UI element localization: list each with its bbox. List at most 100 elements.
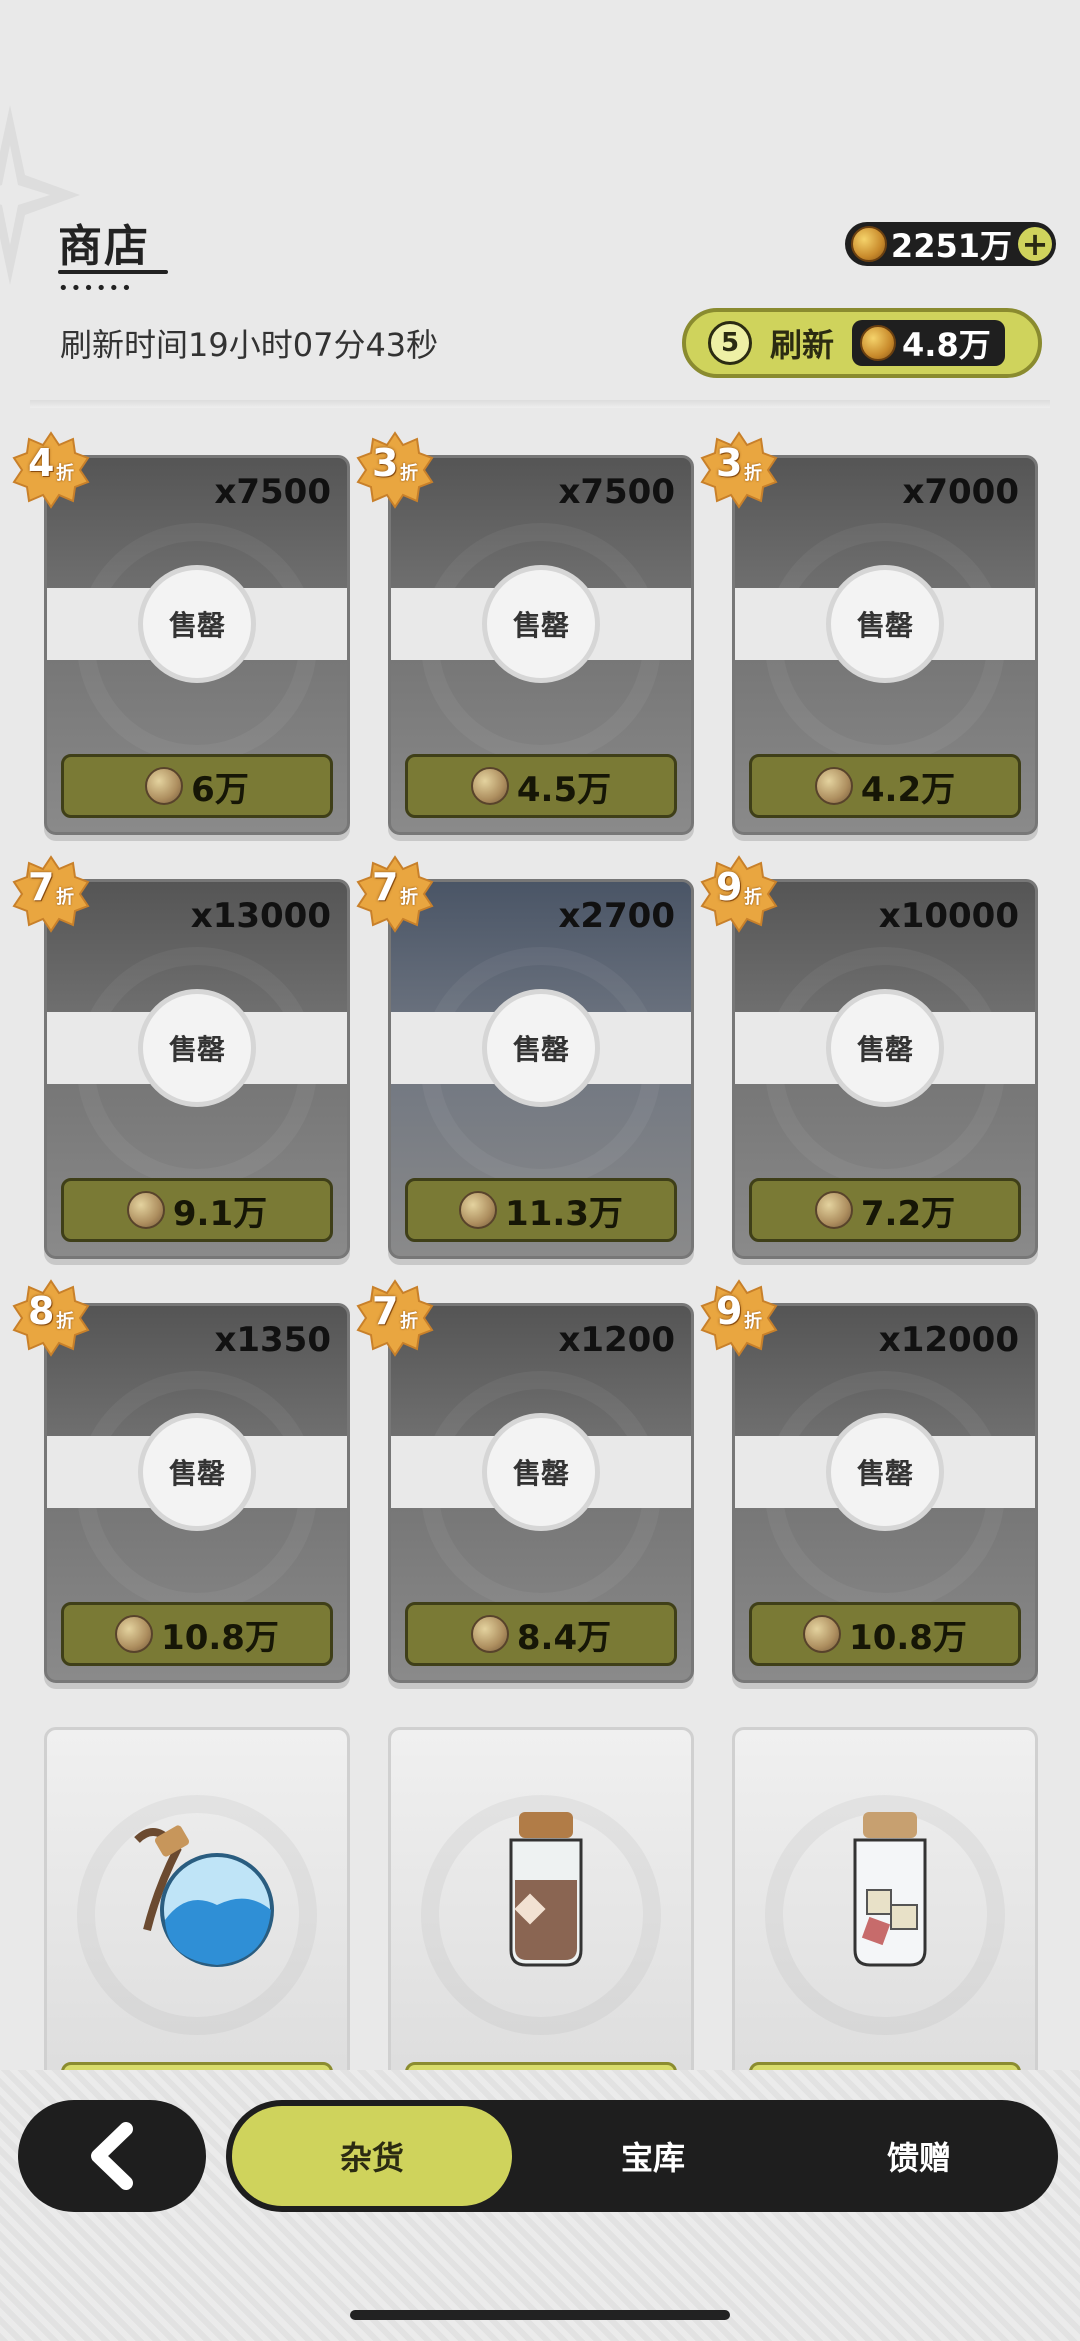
page-title: 商店: [58, 221, 150, 272]
discount-badge: 4折: [12, 431, 90, 509]
tab-groceries[interactable]: 杂货: [232, 2106, 512, 2206]
discount-unit: 折: [744, 1311, 762, 1332]
coin-icon: [145, 767, 184, 805]
discount-badge: 7折: [356, 1279, 434, 1357]
brown-jar-icon: [509, 1812, 583, 1967]
discount-badge: 8折: [12, 1279, 90, 1357]
discount-number: 7: [372, 1289, 399, 1333]
item-quantity: x7000: [902, 472, 1019, 512]
coin-icon: [814, 767, 853, 805]
discount-badge: 7折: [12, 855, 90, 933]
item-quantity: x7500: [214, 472, 331, 512]
tab-gifts[interactable]: 馈赠: [784, 2100, 1054, 2212]
sold-out-label: 售罄: [138, 565, 256, 683]
price-value: 8.4万: [516, 1617, 612, 1658]
coin-icon: [470, 1615, 509, 1653]
coin-icon: [115, 1615, 154, 1653]
refresh-button[interactable]: 5 刷新 4.8万: [682, 308, 1042, 378]
price-value: 9.1万: [172, 1193, 268, 1234]
discount-unit: 折: [56, 463, 74, 484]
chevron-left-icon: [91, 2122, 133, 2190]
discount-unit: 折: [56, 1311, 74, 1332]
discount-badge: 3折: [700, 431, 778, 509]
potion-flask-icon: [134, 1825, 274, 1967]
add-currency-button[interactable]: +: [1018, 227, 1052, 261]
sold-out-label: 售罄: [826, 565, 944, 683]
discount-unit: 折: [744, 887, 762, 908]
shop-item-card[interactable]: x12000 售罄 10.8万: [732, 1303, 1038, 1683]
price-tag: 10.8万: [749, 1602, 1021, 1666]
discount-number: 4: [28, 441, 55, 485]
price-tag: 11.3万: [405, 1178, 677, 1242]
shop-item-card[interactable]: x13000 售罄 9.1万: [44, 879, 350, 1259]
price-tag: 4.2万: [749, 754, 1021, 818]
shop-item-card[interactable]: x2700 售罄 11.3万: [388, 879, 694, 1259]
refresh-cost-value: 4.8万: [902, 326, 991, 364]
discount-number: 7: [372, 865, 399, 909]
discount-number: 3: [372, 441, 399, 485]
item-quantity: x13000: [190, 896, 331, 936]
back-button[interactable]: [18, 2100, 206, 2212]
coin-icon: [850, 226, 887, 262]
item-quantity: x10000: [878, 896, 1019, 936]
shop-item-card[interactable]: x7500 售罄 6万: [44, 455, 350, 835]
discount-badge: 7折: [356, 855, 434, 933]
discount-unit: 折: [56, 887, 74, 908]
shop-item-card[interactable]: x7000 售罄 4.2万: [732, 455, 1038, 835]
price-tag: 4.5万: [405, 754, 677, 818]
discount-number: 7: [28, 865, 55, 909]
coin-icon: [459, 1191, 498, 1229]
discount-unit: 折: [400, 887, 418, 908]
sold-out-label: 售罄: [138, 989, 256, 1107]
sold-out-label: 售罄: [826, 1413, 944, 1531]
nav-tabs: 杂货 宝库 馈赠: [226, 2100, 1058, 2212]
item-quantity: x1200: [558, 1320, 675, 1360]
item-quantity: x12000: [878, 1320, 1019, 1360]
price-tag: 7.2万: [749, 1178, 1021, 1242]
currency-display[interactable]: 2251万 +: [844, 222, 1056, 266]
sold-out-label: 售罄: [482, 989, 600, 1107]
discount-badge: 9折: [700, 1279, 778, 1357]
discount-number: 9: [716, 1289, 743, 1333]
price-value: 4.5万: [516, 769, 612, 810]
shop-item-card-available[interactable]: 1000: [388, 1727, 694, 2107]
discount-unit: 折: [744, 463, 762, 484]
sold-out-label: 售罄: [482, 565, 600, 683]
shop-item-card[interactable]: x1200 售罄 8.4万: [388, 1303, 694, 1683]
coin-icon: [814, 1191, 853, 1229]
refresh-cost: 4.8万: [852, 320, 1005, 366]
discount-badge: 9折: [700, 855, 778, 933]
sold-out-label: 售罄: [138, 1413, 256, 1531]
title-underline: [58, 270, 168, 274]
shop-item-card[interactable]: x1350 售罄 10.8万: [44, 1303, 350, 1683]
item-quantity: x1350: [214, 1320, 331, 1360]
price-tag: 10.8万: [61, 1602, 333, 1666]
sold-out-label: 售罄: [482, 1413, 600, 1531]
price-value: 11.3万: [505, 1193, 623, 1234]
discount-unit: 折: [400, 463, 418, 484]
tab-vault[interactable]: 宝库: [522, 2100, 784, 2212]
refresh-timer: 刷新时间19小时07分43秒: [60, 326, 439, 364]
coin-icon: [470, 767, 509, 805]
price-tag: 6万: [61, 754, 333, 818]
discount-number: 8: [28, 1289, 55, 1333]
shop-item-card-available[interactable]: 1500: [732, 1727, 1038, 2107]
home-indicator: [350, 2310, 730, 2320]
coin-icon: [803, 1615, 842, 1653]
coin-icon: [126, 1191, 165, 1229]
white-jar-icon: [853, 1812, 927, 1967]
shop-item-card-available[interactable]: 500: [44, 1727, 350, 2107]
discount-number: 3: [716, 441, 743, 485]
refresh-label: 刷新: [770, 326, 835, 364]
price-value: 4.2万: [860, 769, 956, 810]
price-value: 6万: [191, 769, 249, 810]
shop-item-card[interactable]: x7500 售罄 4.5万: [388, 455, 694, 835]
header-divider: [30, 400, 1050, 408]
discount-unit: 折: [400, 1311, 418, 1332]
price-value: 7.2万: [860, 1193, 956, 1234]
shop-item-card[interactable]: x10000 售罄 7.2万: [732, 879, 1038, 1259]
item-quantity: x7500: [558, 472, 675, 512]
price-tag: 9.1万: [61, 1178, 333, 1242]
discount-badge: 3折: [356, 431, 434, 509]
sold-out-label: 售罄: [826, 989, 944, 1107]
